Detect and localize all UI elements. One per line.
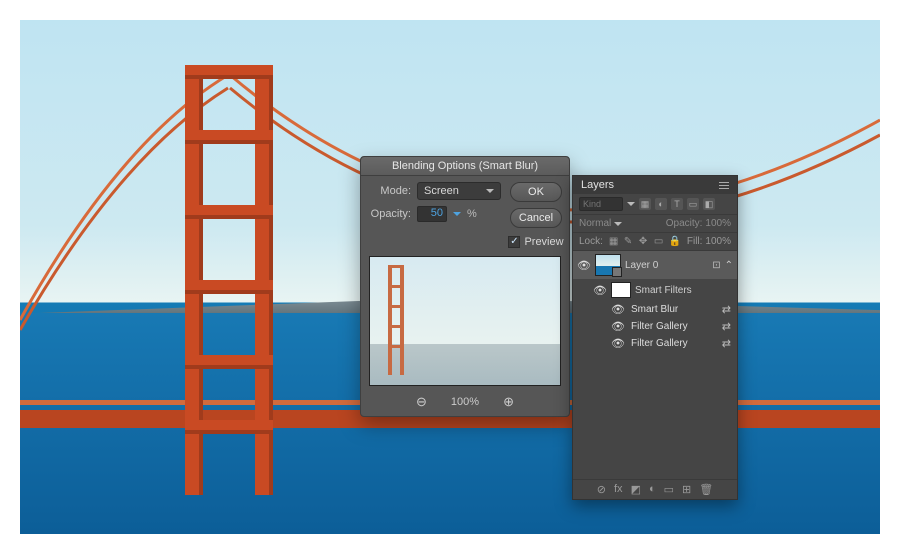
opacity-input[interactable]: 50 [417,206,447,222]
mode-label: Mode: [369,185,411,197]
lock-artboard-icon[interactable]: ▭ [654,236,665,247]
lock-all-icon[interactable]: 🔒 [669,236,680,247]
type-filter-icon[interactable]: T [671,198,683,210]
visibility-icon[interactable]: 👁 [593,284,607,297]
chevron-down-icon [614,222,622,226]
chevron-down-icon[interactable] [627,202,635,206]
layers-tab[interactable]: Layers [581,179,614,191]
filter-name: Smart Blur [631,304,678,315]
blend-mode-value: Normal [579,218,611,229]
smart-filter-icon[interactable]: ◧ [703,198,715,210]
pixel-filter-icon[interactable]: ▦ [639,198,651,210]
blending-options-dialog: Blending Options (Smart Blur) Mode: Scre… [360,156,570,417]
new-layer-icon[interactable]: ⊞ [682,483,691,496]
smart-filters-row[interactable]: 👁 Smart Filters [573,279,737,301]
panel-menu-icon[interactable] [719,182,729,189]
smart-filter-item[interactable]: 👁 Filter Gallery ⇄ [573,318,737,335]
dialog-title: Blending Options (Smart Blur) [361,157,569,176]
layer-row[interactable]: 👁 Layer 0 ⊡ ⌃ [573,251,737,279]
shape-filter-icon[interactable]: ▭ [687,198,699,210]
lock-label: Lock: [579,236,603,247]
layers-panel: Layers ▦ ◐ T ▭ ◧ Normal Opacity: 100% Lo… [572,175,738,500]
opacity-unit: % [467,208,477,220]
visibility-icon[interactable]: 👁 [611,337,625,350]
zoom-in-icon[interactable]: ⊕ [503,394,514,410]
layers-panel-footer: ⊘ fx ◩ ◐ ▭ ⊞ 🗑 [573,479,737,499]
bridge-tower [185,65,273,495]
smart-object-icon: ⊡ [712,260,720,271]
zoom-level: 100% [451,396,479,408]
preview-label: Preview [524,236,563,248]
layers-list: 👁 Layer 0 ⊡ ⌃ 👁 Smart Filters 👁 Smart Blu… [573,251,737,352]
checkbox-icon: ✓ [508,236,520,248]
ok-button[interactable]: OK [510,182,562,202]
filter-options-icon[interactable]: ⇄ [722,303,731,316]
layer-thumbnail[interactable] [595,254,621,276]
mask-icon[interactable]: ◩ [631,483,641,496]
lock-brush-icon[interactable]: ✎ [624,236,635,247]
mode-select[interactable]: Screen [417,182,501,200]
lock-pixels-icon[interactable]: ▦ [609,236,620,247]
expand-icon[interactable]: ⌃ [725,260,733,271]
smart-filters-label: Smart Filters [635,285,733,296]
cancel-button[interactable]: Cancel [510,208,562,228]
kind-filter[interactable] [579,197,623,211]
fx-icon[interactable]: fx [614,483,623,496]
smart-filter-item[interactable]: 👁 Filter Gallery ⇄ [573,335,737,352]
visibility-icon[interactable]: 👁 [611,320,625,333]
preview-thumbnail[interactable] [369,256,561,386]
fill-value[interactable]: 100% [705,236,731,247]
blend-mode-select[interactable]: Normal [579,218,622,229]
visibility-icon[interactable]: 👁 [611,303,625,316]
visibility-icon[interactable]: 👁 [577,259,591,272]
lock-move-icon[interactable]: ✥ [639,236,650,247]
smart-filter-item[interactable]: 👁 Smart Blur ⇄ [573,301,737,318]
chevron-down-icon [486,189,494,193]
filter-mask-thumbnail[interactable] [611,282,631,298]
filter-name: Filter Gallery [631,338,688,349]
workspace: Blending Options (Smart Blur) Mode: Scre… [20,20,880,534]
filter-options-icon[interactable]: ⇄ [722,320,731,333]
filter-options-icon[interactable]: ⇄ [722,337,731,350]
chevron-down-icon[interactable] [453,212,461,216]
adjustment-icon[interactable]: ◐ [649,483,656,496]
mode-value: Screen [424,185,459,197]
delete-icon[interactable]: 🗑 [699,483,713,496]
layer-opacity-value[interactable]: 100% [705,218,731,229]
adjustment-filter-icon[interactable]: ◐ [655,198,667,210]
opacity-label: Opacity: [369,208,411,220]
fill-label: Fill: [687,236,703,247]
opacity-label: Opacity: [666,218,703,229]
filter-name: Filter Gallery [631,321,688,332]
link-layers-icon[interactable]: ⊘ [597,483,606,496]
group-icon[interactable]: ▭ [664,483,674,496]
zoom-out-icon[interactable]: ⊖ [416,394,427,410]
layer-name[interactable]: Layer 0 [625,260,708,271]
layer-filter-row: ▦ ◐ T ▭ ◧ [573,194,737,215]
preview-checkbox[interactable]: ✓ Preview [508,236,563,248]
